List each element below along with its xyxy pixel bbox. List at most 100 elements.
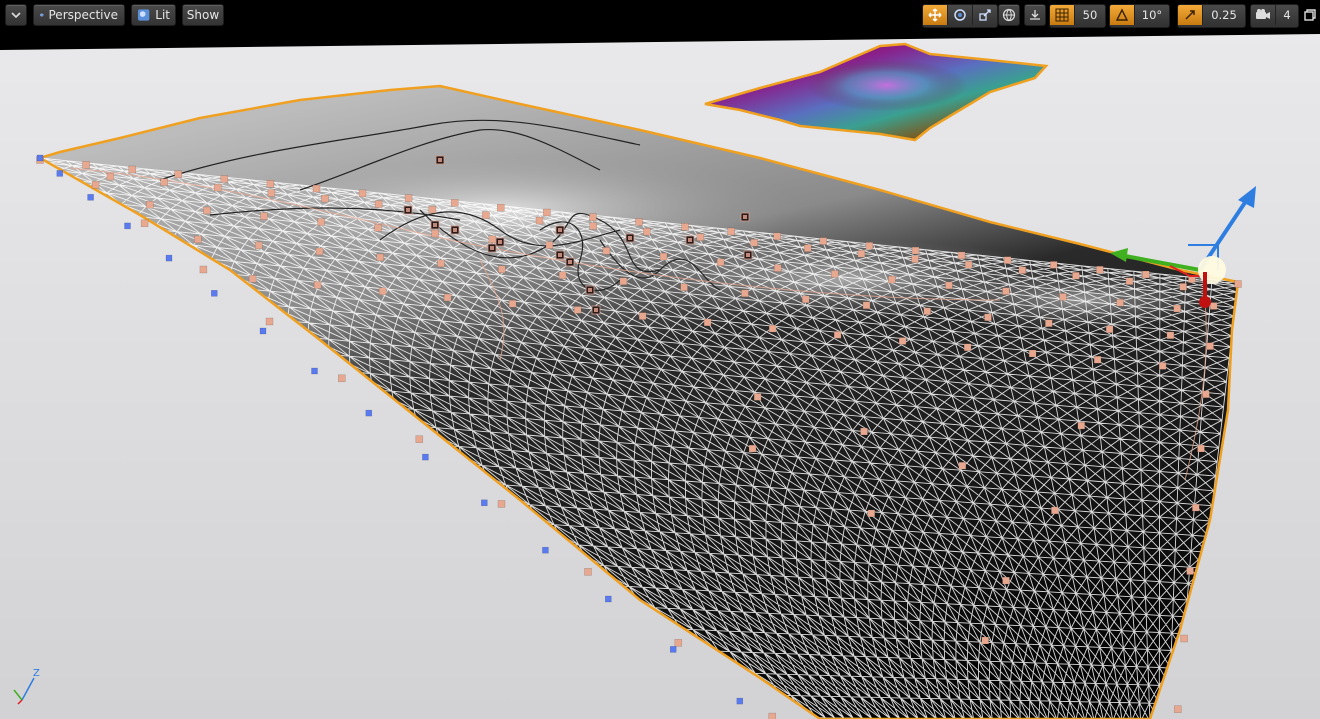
control-point[interactable] — [374, 224, 382, 232]
camera-speed-value[interactable]: 4 — [1276, 5, 1298, 25]
scale-snap-toggle[interactable] — [1178, 5, 1203, 25]
control-point[interactable] — [266, 180, 275, 188]
control-point[interactable] — [535, 216, 544, 225]
control-point[interactable] — [589, 222, 597, 230]
control-point[interactable] — [862, 301, 871, 310]
tangent-point[interactable] — [685, 235, 695, 245]
control-point[interactable] — [1179, 283, 1187, 291]
control-point[interactable] — [203, 206, 211, 215]
tangent-point[interactable] — [625, 233, 635, 243]
control-point[interactable] — [619, 277, 628, 286]
control-point[interactable] — [254, 241, 263, 250]
control-point[interactable] — [140, 219, 149, 228]
control-point[interactable] — [589, 213, 597, 221]
control-point[interactable] — [716, 258, 725, 267]
control-point[interactable] — [497, 203, 505, 212]
control-point[interactable] — [248, 275, 257, 283]
control-point[interactable] — [911, 255, 919, 263]
control-point[interactable] — [865, 242, 874, 250]
edge-control-point[interactable] — [87, 194, 94, 201]
edge-control-point[interactable] — [259, 327, 267, 335]
control-point[interactable] — [643, 227, 651, 236]
scale-mode-button[interactable] — [973, 5, 997, 25]
control-point[interactable] — [923, 307, 931, 316]
control-point[interactable] — [1173, 304, 1181, 313]
control-point[interactable] — [958, 461, 967, 470]
edge-control-point[interactable] — [311, 367, 318, 375]
control-point[interactable] — [160, 178, 168, 186]
control-point[interactable] — [964, 260, 973, 269]
control-point[interactable] — [431, 229, 439, 238]
control-point[interactable] — [443, 293, 452, 302]
control-point[interactable] — [1045, 319, 1053, 328]
edge-control-point[interactable] — [365, 409, 373, 417]
edge-control-point[interactable] — [605, 595, 612, 603]
edge-control-point[interactable] — [56, 170, 64, 177]
control-point[interactable] — [267, 189, 276, 197]
edge-control-point[interactable] — [124, 222, 131, 230]
control-point[interactable] — [174, 170, 182, 179]
control-point[interactable] — [1202, 390, 1210, 399]
tangent-point[interactable] — [585, 285, 595, 295]
control-point[interactable] — [378, 287, 387, 295]
control-point[interactable] — [1028, 349, 1037, 358]
control-point[interactable] — [338, 374, 346, 383]
control-point[interactable] — [981, 636, 989, 645]
camera-speed-button[interactable] — [1251, 5, 1276, 25]
control-point[interactable] — [753, 393, 762, 401]
control-point[interactable] — [488, 235, 497, 244]
control-point[interactable] — [106, 172, 115, 181]
tangent-point[interactable] — [743, 250, 753, 260]
tangent-point[interactable] — [555, 225, 565, 235]
rotate-mode-button[interactable] — [948, 5, 973, 25]
lit-button[interactable]: Lit — [131, 4, 176, 26]
control-point[interactable] — [584, 568, 592, 576]
control-point[interactable] — [260, 212, 268, 220]
control-point[interactable] — [146, 200, 154, 209]
grid-snap-toggle[interactable] — [1050, 5, 1075, 25]
control-point[interactable] — [1059, 293, 1067, 301]
control-point[interactable] — [1209, 302, 1218, 310]
control-point[interactable] — [945, 281, 953, 290]
control-point[interactable] — [773, 264, 782, 272]
control-point[interactable] — [857, 249, 866, 258]
control-point[interactable] — [911, 246, 920, 255]
control-point[interactable] — [741, 289, 749, 298]
control-point[interactable] — [1116, 298, 1124, 307]
control-point[interactable] — [1180, 634, 1188, 643]
viewport-options-button[interactable] — [5, 4, 27, 26]
tangent-point[interactable] — [430, 220, 440, 230]
control-point[interactable] — [803, 244, 812, 252]
edge-control-point[interactable] — [736, 697, 744, 705]
tangent-point[interactable] — [495, 237, 505, 247]
control-point[interactable] — [415, 435, 424, 443]
control-point[interactable] — [680, 283, 688, 292]
control-point[interactable] — [750, 238, 758, 247]
control-point[interactable] — [638, 312, 647, 320]
control-point[interactable] — [558, 271, 567, 280]
control-point[interactable] — [1125, 277, 1134, 285]
control-point[interactable] — [963, 343, 972, 352]
tangent-point[interactable] — [591, 305, 601, 315]
control-point[interactable] — [888, 275, 896, 284]
perspective-button[interactable]: Perspective — [33, 4, 125, 26]
control-point[interactable] — [265, 317, 274, 326]
control-point[interactable] — [1174, 705, 1182, 713]
control-point[interactable] — [635, 218, 643, 226]
control-point[interactable] — [220, 175, 229, 183]
control-point[interactable] — [1093, 355, 1102, 364]
control-point[interactable] — [1197, 444, 1205, 453]
control-point[interactable] — [1105, 325, 1114, 334]
control-point[interactable] — [374, 200, 383, 208]
control-point[interactable] — [376, 253, 384, 262]
control-point[interactable] — [1002, 576, 1010, 585]
control-point[interactable] — [1003, 256, 1012, 264]
control-point[interactable] — [312, 184, 321, 193]
control-point[interactable] — [768, 712, 776, 719]
edge-control-point[interactable] — [422, 453, 429, 461]
control-point[interactable] — [819, 237, 828, 245]
edge-control-point[interactable] — [669, 646, 677, 653]
edge-control-point[interactable] — [211, 290, 218, 297]
control-point[interactable] — [199, 265, 208, 274]
edge-control-point[interactable] — [542, 546, 549, 554]
